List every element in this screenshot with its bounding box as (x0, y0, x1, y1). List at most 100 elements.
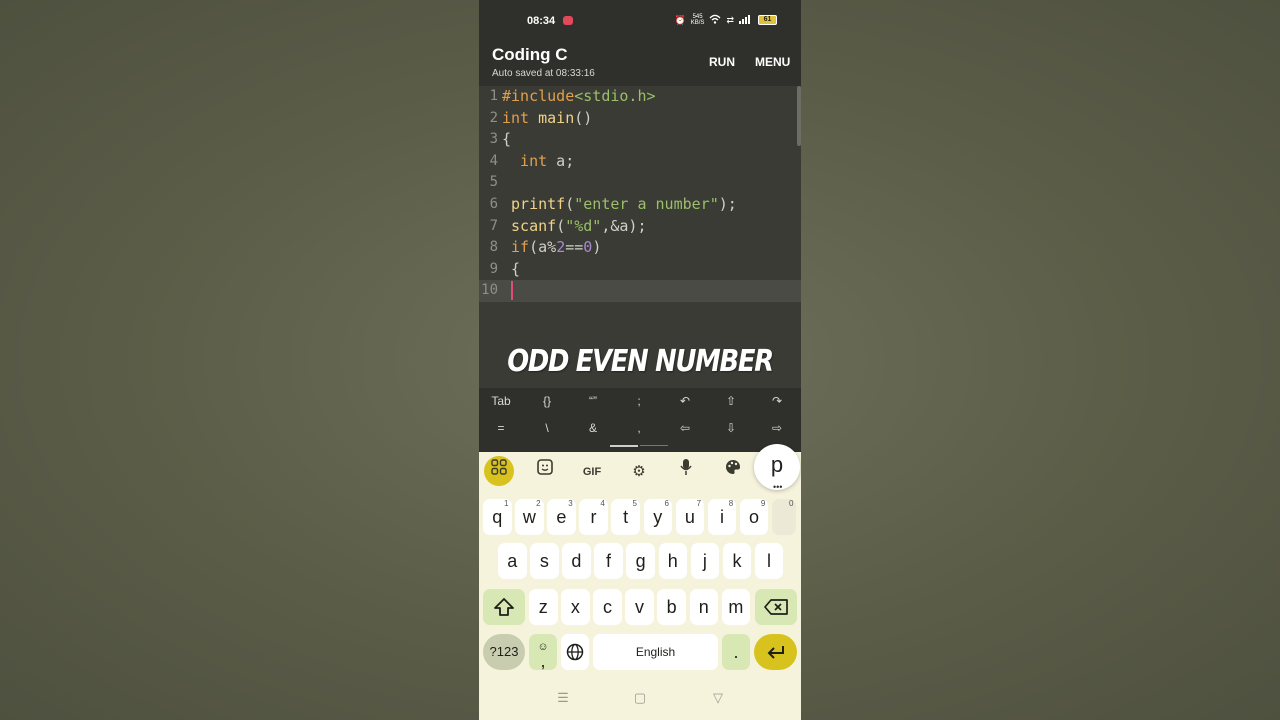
key-m[interactable]: m (721, 589, 751, 625)
language-key[interactable] (561, 634, 589, 670)
apps-grid-icon[interactable] (484, 456, 514, 486)
editor-scrollbar[interactable] (797, 86, 801, 146)
key-n[interactable]: n (689, 589, 718, 625)
sticker-icon[interactable] (531, 458, 559, 486)
key-hint: 2 (536, 499, 541, 508)
key-u[interactable]: u7 (675, 499, 705, 535)
code-token: == (565, 238, 584, 257)
quotes-key[interactable]: “” (573, 391, 613, 411)
line-number: 2 (489, 109, 498, 126)
line-number: 6 (489, 196, 498, 212)
equals-key[interactable]: = (481, 418, 521, 438)
ampersand-key[interactable]: & (573, 418, 613, 438)
key-h[interactable]: h (658, 543, 687, 579)
code-line[interactable]: 1 #include<stdio.h> (479, 86, 801, 108)
code-line[interactable]: 3{ (479, 129, 801, 151)
code-token: () (574, 108, 593, 127)
key-p[interactable]: 0 (771, 499, 797, 535)
recents-nav-icon[interactable]: ☰ (553, 690, 573, 706)
enter-key[interactable] (754, 634, 797, 670)
home-nav-icon[interactable]: ▢ (630, 690, 650, 706)
status-icons: ⏰ 545 KB/S ⇄ 61 (675, 14, 777, 26)
key-f[interactable]: f (594, 543, 623, 579)
battery-icon: 61 (758, 15, 777, 25)
code-line[interactable]: 10 (479, 280, 801, 302)
back-nav-icon[interactable]: ▽ (708, 690, 728, 706)
shift-up-icon[interactable]: ⇧ (711, 391, 751, 411)
shift-key[interactable] (483, 589, 525, 625)
backspace-key[interactable] (755, 589, 797, 625)
gif-button[interactable]: GIF (578, 458, 606, 486)
backslash-key[interactable]: \ (527, 418, 567, 438)
code-line[interactable]: 9 { (479, 259, 801, 281)
undo-icon[interactable]: ↶ (665, 391, 705, 411)
page-indicator-active (610, 445, 638, 447)
key-s[interactable]: s (530, 543, 559, 579)
line-number: 7 (489, 217, 498, 234)
key-o[interactable]: o9 (739, 499, 769, 535)
video-overlay-title: ODD EVEN NUMBER (507, 344, 774, 379)
arrow-down-icon[interactable]: ⇩ (711, 418, 751, 438)
menu-button[interactable]: MENU (755, 55, 790, 69)
braces-key[interactable]: {} (527, 391, 567, 411)
numeric-mode-key[interactable]: ?123 (483, 634, 525, 670)
run-button[interactable]: RUN (709, 55, 735, 69)
code-line[interactable]: 5 (479, 172, 801, 194)
key-t[interactable]: t5 (611, 499, 640, 535)
code-line[interactable]: 2 int main() (479, 108, 801, 130)
code-token: (a% (529, 238, 557, 257)
key-v[interactable]: v (625, 589, 654, 625)
emoji-comma-key[interactable]: ☺, (529, 634, 557, 670)
code-token: <stdio.h> (574, 87, 656, 105)
page-indicator (640, 445, 668, 446)
key-g[interactable]: g (626, 543, 655, 579)
key-x[interactable]: x (561, 589, 590, 625)
comma-key[interactable]: , (619, 418, 659, 438)
code-line[interactable]: 4 int a; (479, 151, 801, 173)
key-z[interactable]: z (529, 589, 558, 625)
autosave-status: Auto saved at 08:33:16 (492, 68, 595, 79)
semicolon-key[interactable]: ; (619, 391, 659, 411)
key-k[interactable]: k (722, 543, 752, 579)
code-token: scanf (502, 216, 557, 235)
code-line[interactable]: 7 scanf("%d",&a); (479, 216, 801, 238)
key-l[interactable]: l (754, 543, 784, 579)
code-editor[interactable]: 1 #include<stdio.h> 2 int main() 3{4 int a; 5… (479, 86, 801, 388)
period-key[interactable]: . (722, 634, 750, 670)
space-key[interactable]: English (593, 634, 718, 670)
tab-key[interactable]: Tab (481, 391, 521, 411)
arrow-right-icon[interactable]: ⇨ (757, 418, 797, 438)
key-d[interactable]: d (562, 543, 591, 579)
arrow-left-icon[interactable]: ⇦ (665, 418, 705, 438)
line-number: 4 (489, 152, 498, 169)
key-i[interactable]: i8 (707, 499, 737, 535)
key-b[interactable]: b (657, 589, 686, 625)
code-line[interactable]: 8 if(a%2==0) (479, 237, 801, 259)
app-title: Coding C (492, 45, 568, 64)
key-y[interactable]: y6 (643, 499, 672, 535)
comma-label: , (540, 651, 546, 671)
key-a[interactable]: a (498, 543, 527, 579)
key-label: e (556, 507, 567, 527)
code-text: printf("enter a number"); (502, 194, 737, 216)
network-speed: 545 KB/S (690, 14, 705, 26)
microphone-icon[interactable] (672, 458, 700, 486)
key-q[interactable]: q1 (483, 499, 512, 535)
app-bar: Coding C Auto saved at 08:33:16 RUN MENU (479, 42, 801, 86)
status-time: 08:34 (527, 15, 556, 27)
gear-icon[interactable]: ⚙ (625, 458, 653, 486)
key-e[interactable]: e3 (547, 499, 576, 535)
key-w[interactable]: w2 (515, 499, 544, 535)
redo-icon[interactable]: ↷ (757, 391, 797, 411)
code-line[interactable]: 6 printf("enter a number"); (479, 194, 801, 216)
line-number: 1 (489, 88, 498, 104)
key-c[interactable]: c (593, 589, 622, 625)
code-token: ) (592, 238, 602, 257)
palette-icon[interactable] (719, 458, 747, 486)
key-hint: 7 (696, 499, 702, 508)
key-r[interactable]: r4 (579, 499, 608, 535)
key-j[interactable]: j (690, 543, 720, 579)
code-token: ( (565, 195, 575, 213)
alarm-icon: ⏰ (674, 14, 686, 25)
